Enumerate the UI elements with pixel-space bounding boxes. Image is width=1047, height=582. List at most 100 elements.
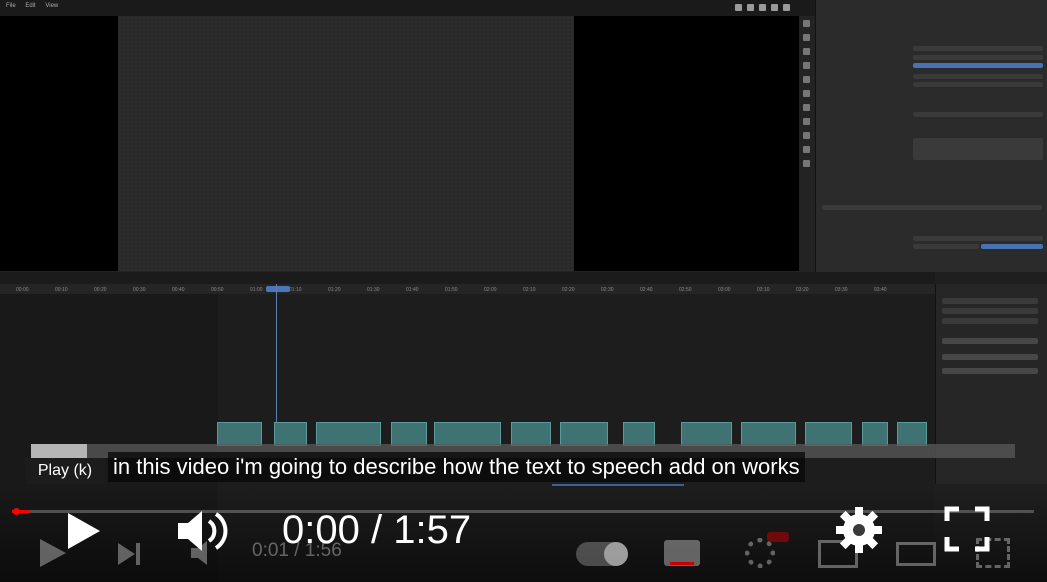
ruler-tick: 00:40 — [172, 287, 185, 293]
sidebar-button — [942, 368, 1038, 374]
ghost-theater-icon — [896, 542, 936, 566]
properties-panel — [815, 0, 1047, 272]
play-button[interactable] — [64, 510, 104, 552]
ghost-hd-badge — [767, 532, 789, 542]
preview-tool-column — [801, 20, 813, 174]
editor-topbar: File Edit View — [0, 0, 815, 16]
audio-strip — [681, 422, 732, 446]
toolbar-icon — [747, 4, 754, 11]
toolbar-icon — [783, 4, 790, 11]
audio-strip — [862, 422, 888, 446]
menu-item-edit: Edit — [25, 3, 36, 9]
ghost-next-icon — [118, 543, 140, 565]
audio-strip — [274, 422, 307, 446]
ruler-tick: 01:00 — [250, 287, 263, 293]
tool-icon — [803, 76, 810, 83]
tool-icon — [803, 146, 810, 153]
ruler-tick: 00:10 — [55, 287, 68, 293]
ruler-tick: 01:50 — [445, 287, 458, 293]
prop-field — [913, 112, 1043, 117]
prop-field — [913, 74, 1043, 79]
prop-field — [913, 236, 1043, 241]
tool-icon — [803, 20, 810, 27]
audio-strip — [805, 422, 852, 446]
ruler-tick: 02:00 — [484, 287, 497, 293]
ruler-tick: 03:40 — [874, 287, 887, 293]
audio-strip — [897, 422, 927, 446]
ruler-tick: 02:50 — [679, 287, 692, 293]
tool-icon — [803, 104, 810, 111]
tool-icon — [803, 34, 810, 41]
sidebar-field — [942, 318, 1038, 324]
tool-icon — [803, 118, 810, 125]
play-icon — [68, 513, 100, 549]
hover-preview-buffer — [31, 444, 87, 458]
caption-text: in this video i'm going to describe how … — [108, 452, 805, 482]
prop-field — [913, 138, 1043, 160]
ruler-tick: 02:30 — [601, 287, 614, 293]
time-separator: / — [370, 508, 383, 552]
preview-black-left — [0, 16, 118, 271]
prop-field — [981, 244, 1043, 249]
ruler-tick: 00:20 — [94, 287, 107, 293]
ruler-tick: 01:30 — [367, 287, 380, 293]
audio-strip — [623, 422, 655, 446]
editor-menu: File Edit View — [6, 3, 66, 9]
ruler-tick: 00:50 — [211, 287, 224, 293]
volume-button[interactable] — [176, 508, 236, 554]
audio-strip — [217, 422, 262, 446]
audio-strip — [741, 422, 796, 446]
prop-field — [913, 82, 1043, 87]
ghost-cc-icon — [664, 540, 700, 566]
progress-scrubber[interactable] — [13, 508, 20, 515]
toolbar-icon — [735, 4, 742, 11]
volume-icon — [178, 511, 202, 551]
sidebar-button — [942, 354, 1038, 360]
menu-item-view: View — [45, 3, 59, 9]
ruler-tick: 02:10 — [523, 287, 536, 293]
settings-button[interactable] — [833, 504, 885, 556]
sidebar-field — [942, 308, 1038, 314]
ruler-tick: 02:40 — [640, 287, 653, 293]
time-total: 1:57 — [393, 508, 472, 552]
prop-field — [913, 55, 1043, 60]
editor-toolbar-icons — [735, 4, 790, 11]
prop-field — [822, 205, 1042, 210]
audio-strip — [391, 422, 427, 446]
ghost-settings-icon — [745, 538, 775, 568]
time-current: 0:00 — [282, 508, 360, 552]
video-frame[interactable]: File Edit View 00:00 00:10 00:20 00:30 0… — [0, 0, 1047, 582]
fullscreen-button[interactable] — [944, 506, 990, 552]
audio-strip — [560, 422, 608, 446]
toolbar-icon — [759, 4, 766, 11]
prop-field — [913, 46, 1043, 51]
ruler-tick: 03:30 — [835, 287, 848, 293]
ruler-tick: 01:10 — [289, 287, 302, 293]
ruler-tick: 00:00 — [16, 287, 29, 293]
ruler-tick: 03:10 — [757, 287, 770, 293]
ruler-tick: 03:20 — [796, 287, 809, 293]
play-tooltip: Play (k) — [25, 458, 105, 484]
ruler-tick: 02:20 — [562, 287, 575, 293]
prop-field — [913, 63, 1043, 68]
time-display: 0:00 / 1:57 — [282, 508, 471, 553]
ruler-tick: 03:00 — [718, 287, 731, 293]
sidebar-field — [942, 298, 1038, 304]
tool-icon — [803, 160, 810, 167]
fullscreen-icon — [944, 506, 990, 552]
tool-icon — [803, 90, 810, 97]
controls-gradient — [0, 486, 1047, 582]
ruler-tick: 00:30 — [133, 287, 146, 293]
ruler-tick: 01:20 — [328, 287, 341, 293]
tool-icon — [803, 48, 810, 55]
audio-strip — [511, 422, 551, 446]
audio-strip — [434, 422, 501, 446]
audio-strip — [316, 422, 381, 446]
sidebar-button — [942, 338, 1038, 344]
ghost-autoplay-toggle — [576, 542, 628, 566]
tool-icon — [803, 132, 810, 139]
tool-icon — [803, 62, 810, 69]
ruler-tick: 01:40 — [406, 287, 419, 293]
preview-black-right — [574, 16, 799, 271]
toolbar-icon — [771, 4, 778, 11]
